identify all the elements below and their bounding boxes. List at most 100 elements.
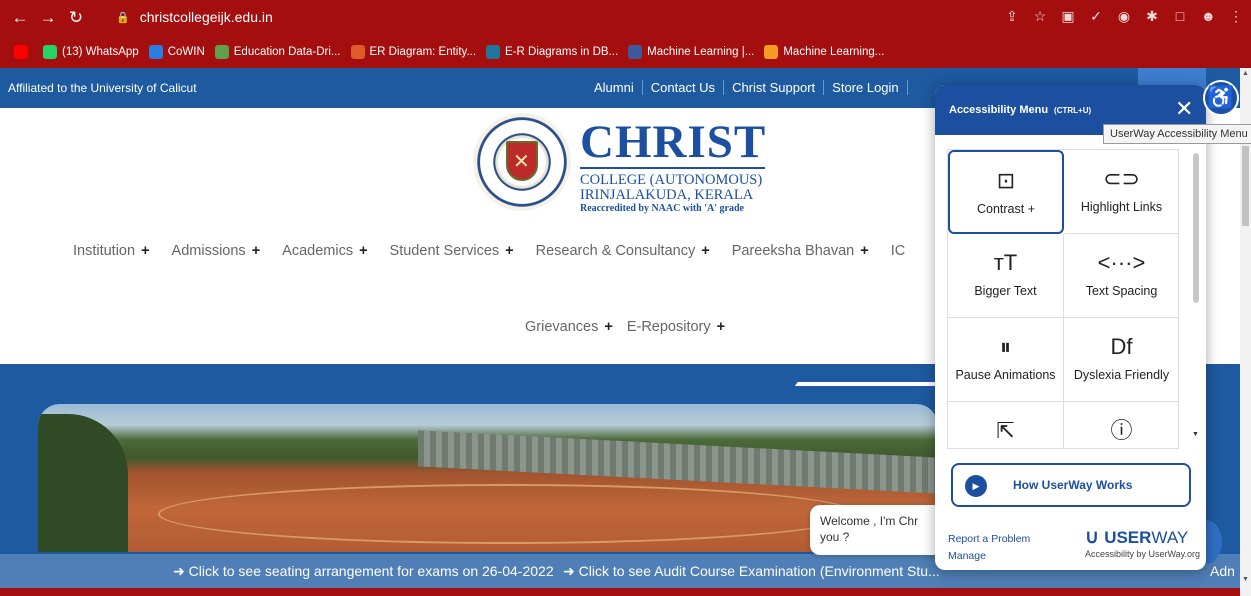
tile-label: Dyslexia Friendly	[1073, 368, 1170, 382]
panel-scroll-down-icon[interactable]: ▼	[1192, 431, 1199, 438]
er-icon	[350, 45, 365, 59]
cowin-icon	[148, 45, 163, 59]
userway-byline: Accessibility by UserWay.org	[1085, 549, 1201, 559]
college-brand[interactable]: CHRIST COLLEGE (AUTONOMOUS) IRINJALAKUDA…	[580, 118, 766, 214]
ticker-item[interactable]: ➜ Click to see seating arrangement for e…	[173, 563, 554, 580]
panel-title-text: Accessibility Menu	[949, 104, 1049, 116]
menu-item-label: Admissions	[171, 243, 246, 259]
menu-item[interactable]: Academics +	[282, 243, 367, 259]
bookmark-item[interactable]: E-R Diagrams in DB...	[486, 45, 618, 59]
menu-item[interactable]: Student Services +	[390, 243, 514, 259]
plus-icon[interactable]: +	[359, 243, 367, 259]
star-icon[interactable]: ☆	[1033, 8, 1047, 25]
menu-item-label: Research & Consultancy	[535, 243, 696, 259]
brand-name: CHRIST	[580, 116, 767, 168]
check-icon[interactable]: ✓	[1089, 8, 1103, 25]
extension-icon[interactable]: ◉	[1117, 8, 1131, 25]
brand-accreditation: Reaccredited by NAAC with 'A' grade	[580, 203, 744, 214]
forward-arrow-icon[interactable]: →	[34, 8, 62, 28]
top-link-store-login[interactable]: Store Login	[824, 80, 908, 95]
bookmark-item[interactable]: Machine Learning |...	[628, 45, 754, 59]
tile-link[interactable]: ⊂⊃ Highlight Links	[1064, 150, 1178, 234]
menu-item[interactable]: Research & Consultancy +	[536, 243, 710, 259]
panel-shortcut: (CTRL+U)	[1054, 106, 1092, 115]
secondary-menu: Grievances + E-Repository +	[525, 319, 725, 335]
profile-icon[interactable]: ☻	[1201, 8, 1216, 25]
url-text[interactable]: christcollegeijk.edu.in	[140, 9, 273, 25]
plus-icon[interactable]: +	[701, 243, 709, 259]
top-link-alumni[interactable]: Alumni	[590, 80, 643, 95]
bookmark-label: ER Diagram: Entity...	[369, 46, 477, 58]
bookmark-item[interactable]: Education Data-Dri...	[214, 45, 341, 59]
bookmark-item[interactable]: (13) WhatsApp	[43, 45, 139, 59]
ticker-item-text: Click to see seating arrangement for exa…	[188, 563, 554, 579]
plus-icon[interactable]: +	[717, 319, 725, 335]
share-icon[interactable]: ⇪	[1005, 8, 1019, 25]
menu-item[interactable]: Pareeksha Bhavan +	[732, 243, 869, 259]
top-link-support[interactable]: Christ Support	[724, 80, 825, 95]
menu-item-label: IC	[890, 243, 906, 259]
pocket-icon[interactable]: ▣	[1061, 8, 1075, 25]
plus-icon[interactable]: +	[141, 243, 149, 259]
manage-link[interactable]: Manage	[948, 548, 1030, 565]
tile-text-spacing[interactable]: <···> Text Spacing	[1064, 234, 1178, 318]
more-icon[interactable]: ⋮	[1229, 8, 1243, 25]
report-problem-link[interactable]: Report a Problem	[948, 531, 1030, 548]
menu-item[interactable]: Institution +	[73, 243, 150, 259]
scroll-up-icon[interactable]: ▲	[1242, 70, 1249, 77]
accessibility-menu-panel: Accessibility Menu (CTRL+U) ✕ ⊡ Contrast +…	[935, 85, 1206, 570]
bookmark-label: Education Data-Dri...	[233, 46, 341, 58]
contrast-icon: ⊡	[996, 168, 1016, 193]
menu-item[interactable]: E-Repository +	[627, 319, 725, 335]
lock-icon: 🔒	[116, 11, 130, 24]
reload-icon[interactable]: ↻	[62, 8, 90, 28]
link-icon: ⊂⊃	[1103, 166, 1140, 191]
plus-icon[interactable]: +	[604, 319, 612, 335]
scrollbar-thumb[interactable]	[1242, 146, 1249, 226]
plus-icon[interactable]: +	[860, 243, 868, 259]
accessibility-person-icon[interactable]: ♿	[1203, 80, 1239, 116]
menu-item[interactable]: Admissions +	[172, 243, 261, 259]
bigger-text-icon: ᴛT	[993, 250, 1018, 275]
college-seal-logo[interactable]	[473, 113, 571, 211]
tile-contrast[interactable]: ⊡ Contrast +	[948, 150, 1064, 234]
userway-logo-bold: USER	[1104, 528, 1152, 547]
tile-label: Contrast +	[976, 202, 1035, 216]
userway-wordmark: ∪ USERWAY	[1085, 526, 1200, 549]
ticker-item[interactable]: ➜ Click to see Audit Course Examination …	[563, 563, 940, 580]
plus-icon[interactable]: +	[505, 243, 513, 259]
close-icon[interactable]: ✕	[1175, 96, 1193, 122]
bookmark-item[interactable]	[14, 45, 33, 59]
how-userway-works-button[interactable]: ▶ How UserWay Works	[951, 463, 1191, 507]
chat-bubble[interactable]: Welcome , I'm Chr you ?	[810, 505, 950, 555]
puzzle-icon[interactable]: ✱	[1145, 8, 1159, 25]
address-bar[interactable]: 🔒 christcollegeijk.edu.in	[110, 5, 1070, 29]
bookmark-item[interactable]: Machine Learning...	[764, 45, 884, 59]
page-scrollbar[interactable]: ▲ ▼	[1240, 68, 1251, 596]
text-spacing-icon: <···>	[1097, 250, 1146, 275]
tile-cursor[interactable]: ⇱	[948, 402, 1064, 448]
affiliation-text: Affiliated to the University of Calicut	[8, 81, 197, 95]
bookmark-item[interactable]: CoWIN	[148, 45, 205, 59]
hero-trees	[38, 414, 128, 552]
tile-pause[interactable]: ⏸ Pause Animations	[948, 318, 1064, 402]
tile-tooltip[interactable]: ⓘ	[1064, 402, 1178, 448]
youtube-icon	[14, 45, 28, 59]
userway-logo[interactable]: ∪ USERWAY Accessibility by UserWay.org	[1085, 526, 1200, 559]
bookmark-item[interactable]: ER Diagram: Entity...	[350, 45, 477, 59]
menu-item[interactable]: Grievances +	[525, 319, 613, 335]
tile-bigger-text[interactable]: ᴛT Bigger Text	[948, 234, 1064, 318]
window-icon[interactable]: □	[1173, 8, 1187, 25]
panel-footer-links: Report a Problem Manage	[948, 531, 1030, 565]
hero-track	[158, 484, 858, 544]
menu-item[interactable]: IC	[891, 243, 906, 259]
top-link-contact[interactable]: Contact Us	[643, 80, 725, 95]
back-arrow-icon[interactable]: ←	[6, 8, 34, 28]
panel-scrollbar-thumb[interactable]	[1193, 153, 1199, 303]
tile-dyslexia[interactable]: Df Dyslexia Friendly	[1064, 318, 1178, 402]
edu-icon	[214, 45, 229, 59]
plus-icon[interactable]: +	[252, 243, 260, 259]
scroll-down-icon[interactable]: ▼	[1242, 576, 1249, 583]
panel-scrollbar[interactable]: ▼	[1191, 149, 1201, 449]
cursor-icon: ⇱	[996, 418, 1015, 443]
